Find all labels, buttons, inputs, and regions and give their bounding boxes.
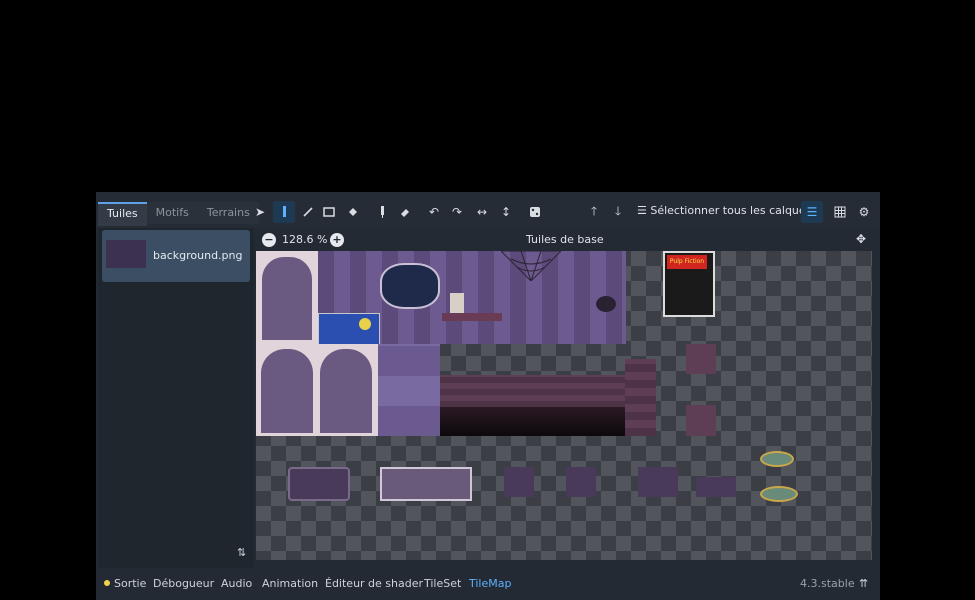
stool-tile[interactable] bbox=[696, 477, 736, 497]
rect-icon[interactable] bbox=[318, 201, 340, 223]
tilemap-toolbar: Tuiles Motifs Terrains ➤ ↶ ↷ ↔ ↕ 🡑 🡓 ☰ S… bbox=[96, 192, 880, 228]
paint-icon[interactable] bbox=[273, 201, 295, 223]
spider-tile[interactable] bbox=[596, 296, 616, 312]
tab-tilemap[interactable]: TileMap bbox=[469, 577, 511, 590]
tilemap-tabs: Tuiles Motifs Terrains bbox=[98, 202, 259, 226]
zoom-out-icon[interactable]: − bbox=[262, 233, 276, 247]
random-icon[interactable] bbox=[524, 201, 546, 223]
flip-v-icon[interactable]: ↕ bbox=[495, 201, 517, 223]
tab-audio[interactable]: Audio bbox=[221, 577, 252, 590]
floor-shadow-tile[interactable] bbox=[440, 407, 626, 436]
line-icon[interactable] bbox=[297, 201, 319, 223]
tilemap-bottom-panel: Tuiles Motifs Terrains ➤ ↶ ↷ ↔ ↕ 🡑 🡓 ☰ S… bbox=[96, 192, 880, 600]
plant-tile[interactable] bbox=[450, 293, 464, 313]
rug-tile-2[interactable] bbox=[760, 486, 798, 502]
expand-panel-icon[interactable]: ⇈ bbox=[859, 577, 868, 590]
source-item-background[interactable]: background.png bbox=[102, 230, 250, 282]
zoom-value[interactable]: 128.6 % bbox=[282, 233, 327, 246]
atlas-title: Tuiles de base bbox=[526, 233, 604, 246]
source-name: background.png bbox=[153, 249, 243, 262]
sofa-tile[interactable] bbox=[288, 467, 350, 501]
chair-tile-2[interactable] bbox=[566, 467, 596, 497]
shelf-tile[interactable] bbox=[442, 313, 502, 321]
wood-small-tile-2[interactable] bbox=[686, 405, 716, 436]
settings-icon[interactable]: ⚙ bbox=[853, 201, 875, 223]
dresser-tile[interactable] bbox=[380, 467, 472, 501]
tab-tileset[interactable]: TileSet bbox=[424, 577, 461, 590]
wallpaper-tile[interactable] bbox=[378, 344, 440, 436]
wood-small-tile[interactable] bbox=[686, 344, 716, 374]
atlas-zoom-bar: − 128.6 % + Tuiles de base ✥ bbox=[256, 228, 878, 252]
tab-tuiles[interactable]: Tuiles bbox=[98, 202, 147, 226]
source-thumbnail bbox=[106, 240, 146, 268]
highlight-layer-icon[interactable]: ☰ bbox=[801, 201, 823, 223]
move-down-icon[interactable]: 🡓 bbox=[607, 201, 629, 223]
list-icon: ☰ bbox=[637, 204, 651, 217]
wood-floor-tile[interactable] bbox=[440, 375, 626, 407]
chair-tile[interactable] bbox=[504, 467, 534, 497]
select-all-layers-button[interactable]: ☰ Sélectionner tous les calques bbox=[637, 204, 811, 217]
grid-icon[interactable] bbox=[829, 201, 851, 223]
spiderweb-tile[interactable] bbox=[500, 251, 562, 282]
rug-tile[interactable] bbox=[760, 451, 794, 467]
move-up-icon[interactable]: 🡑 bbox=[583, 201, 605, 223]
rotate-right-icon[interactable]: ↷ bbox=[446, 201, 468, 223]
picker-icon[interactable] bbox=[371, 201, 393, 223]
status-dot bbox=[104, 580, 110, 586]
rotate-left-icon[interactable]: ↶ bbox=[423, 201, 445, 223]
table-tile[interactable] bbox=[638, 467, 678, 497]
tab-shader-editor[interactable]: Éditeur de shader bbox=[325, 577, 423, 590]
painting-tile[interactable] bbox=[318, 313, 380, 346]
tab-animation[interactable]: Animation bbox=[262, 577, 318, 590]
tab-debogueur[interactable]: Débogueur bbox=[153, 577, 214, 590]
editor-bottom-tabs: Sortie Débogueur Audio Animation Éditeur… bbox=[96, 568, 880, 600]
center-view-icon[interactable]: ✥ bbox=[856, 232, 866, 246]
bucket-icon[interactable] bbox=[342, 201, 364, 223]
tile-atlas-view[interactable]: Pulp Fiction bbox=[256, 251, 872, 560]
tab-sortie[interactable]: Sortie bbox=[104, 577, 146, 590]
sort-icon[interactable]: ⇅ bbox=[237, 546, 246, 559]
window-double-tile[interactable] bbox=[256, 344, 378, 436]
zoom-in-icon[interactable]: + bbox=[330, 233, 344, 247]
poster-title: Pulp Fiction bbox=[667, 255, 707, 269]
flip-h-icon[interactable]: ↔ bbox=[471, 201, 493, 223]
eraser-icon[interactable] bbox=[394, 201, 416, 223]
select-icon[interactable]: ➤ bbox=[249, 201, 271, 223]
version-label: 4.3.stable bbox=[800, 577, 855, 590]
tab-motifs[interactable]: Motifs bbox=[146, 202, 198, 224]
poster-tile[interactable]: Pulp Fiction bbox=[663, 251, 715, 317]
window-tile[interactable] bbox=[256, 251, 318, 344]
mirror-tile[interactable] bbox=[380, 263, 440, 309]
wood-column-tile[interactable] bbox=[625, 359, 656, 436]
tile-sources-list: background.png ⇅ bbox=[98, 228, 254, 568]
